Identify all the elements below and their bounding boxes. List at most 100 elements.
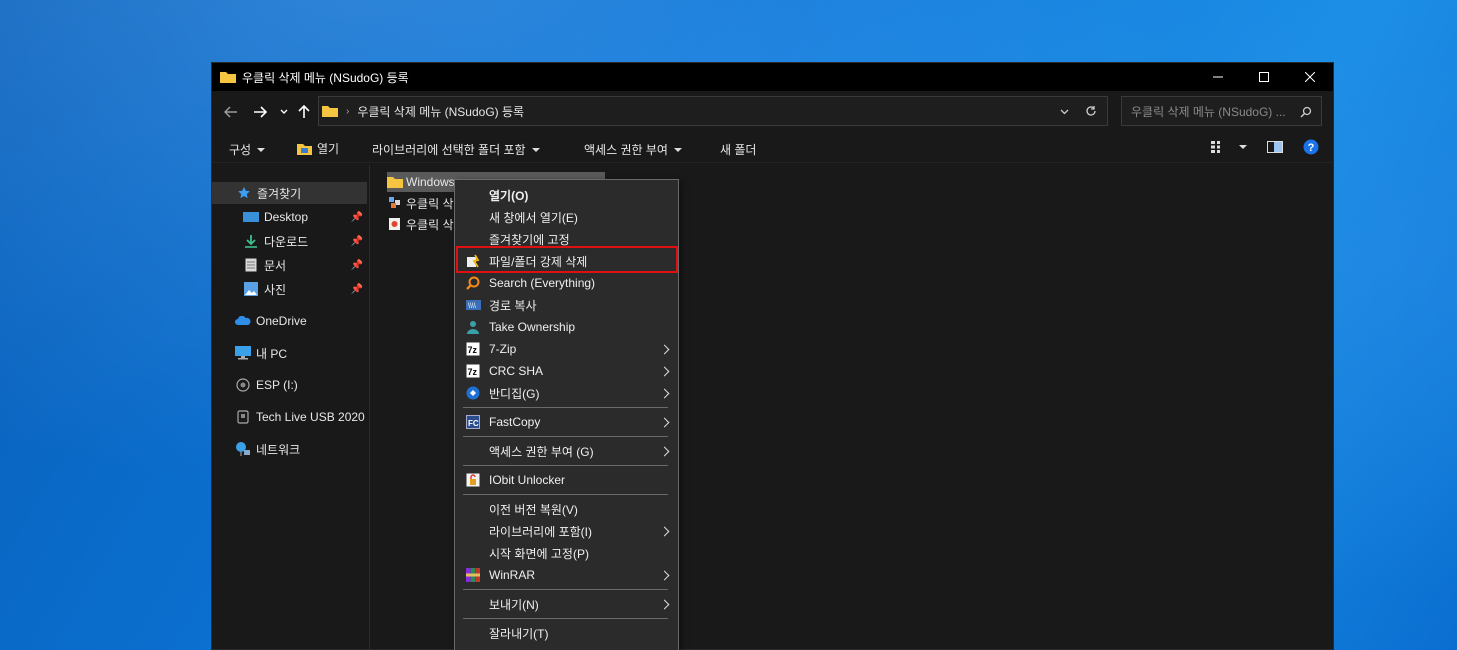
new-folder-label: 새 폴더	[720, 143, 757, 157]
sidebar-item-quick-access[interactable]: 즐겨찾기	[212, 182, 367, 204]
refresh-icon[interactable]	[1085, 105, 1097, 117]
sidebar-item-downloads[interactable]: 다운로드 📌	[212, 230, 367, 252]
search-icon[interactable]	[1300, 106, 1312, 118]
menu-item-label: WinRAR	[489, 568, 536, 582]
pin-icon[interactable]: 📌	[351, 260, 363, 271]
menu-item-label: 즐겨찾기에 고정	[489, 232, 570, 247]
menu-item-iobit-unlocker[interactable]: IObit Unlocker	[457, 469, 676, 491]
magnifier-icon	[465, 275, 481, 291]
chevron-right-icon	[659, 570, 670, 580]
list-item[interactable]: 우클릭 삭	[387, 214, 454, 234]
open-button[interactable]: 열기	[297, 140, 339, 157]
view-options-button[interactable]	[1211, 140, 1247, 154]
menu-item-fastcopy[interactable]: FC FastCopy	[457, 411, 676, 433]
sidebar-item-label: Tech Live USB 2020	[256, 410, 365, 424]
menu-item-crc-sha[interactable]: 7z CRC SHA	[457, 360, 676, 382]
sidebar-item-esp-drive[interactable]: ESP (I:)	[212, 374, 367, 396]
chevron-down-icon[interactable]	[1060, 109, 1069, 115]
sidebar-item-label: Desktop	[264, 210, 309, 224]
sidebar-item-network[interactable]: 네트워크	[212, 438, 367, 460]
folder-icon	[322, 106, 338, 117]
file-name: 우클릭 삭	[406, 196, 454, 211]
breadcrumb-separator-icon: ›	[346, 105, 350, 117]
grant-access-button[interactable]: 액세스 권한 부여	[584, 141, 682, 158]
sidebar-item-documents[interactable]: 문서 📌	[212, 254, 367, 276]
menu-item-label: IObit Unlocker	[489, 473, 566, 487]
menu-item-grant-access[interactable]: 액세스 권한 부여 (G)	[457, 440, 676, 462]
chevron-right-icon	[659, 388, 670, 398]
menu-item-label: 액세스 권한 부여 (G)	[489, 444, 594, 459]
svg-text:\\\\: \\\\	[468, 303, 476, 310]
sidebar-item-this-pc[interactable]: 내 PC	[212, 342, 367, 364]
new-folder-button[interactable]: 새 폴더	[720, 141, 756, 158]
document-icon	[243, 257, 259, 273]
folder-icon	[387, 174, 403, 190]
menu-item-open-new-window[interactable]: 새 창에서 열기(E)	[457, 206, 676, 228]
include-in-library-button[interactable]: 라이브러리에 선택한 폴더 포함	[372, 141, 540, 158]
navigation-pane: 즐겨찾기 Desktop 📌 다운로드 📌 문서 📌 사진 📌 OneDrive	[212, 165, 370, 649]
menu-item-open[interactable]: 열기(O)	[457, 184, 676, 206]
svg-text:FC: FC	[468, 419, 479, 428]
sidebar-item-label: 문서	[264, 258, 287, 273]
menu-item-label: Take Ownership	[489, 320, 576, 334]
address-bar-row: › 우클릭 삭제 메뉴 (NSudoG) 등록 우클릭 삭제 메뉴 (NSudo…	[212, 91, 1333, 133]
list-item[interactable]: 우클릭 삭	[387, 193, 454, 213]
sidebar-item-label: 내 PC	[256, 346, 288, 361]
menu-item-label: 보내기(N)	[489, 597, 539, 612]
menu-item-bandizip[interactable]: 반디집(G)	[457, 382, 676, 404]
maximize-icon	[1259, 72, 1269, 82]
menu-item-label: CRC SHA	[489, 364, 544, 378]
sidebar-item-label: ESP (I:)	[256, 378, 298, 392]
menu-item-label: FastCopy	[489, 415, 541, 429]
file-explorer-window: 우클릭 삭제 메뉴 (NSudoG) 등록 › 우클릭 삭제 메뉴 (NSudo…	[211, 62, 1334, 650]
menu-separator	[463, 436, 668, 437]
menu-item-send-to[interactable]: 보내기(N)	[457, 593, 676, 615]
context-menu: 열기(O) 새 창에서 열기(E) 즐겨찾기에 고정 파일/폴더 강제 삭제 S…	[454, 179, 679, 650]
menu-item-search-everything[interactable]: Search (Everything)	[457, 272, 676, 294]
back-button[interactable]	[219, 100, 243, 124]
menu-item-include-library[interactable]: 라이브러리에 포함(I)	[457, 520, 676, 542]
chevron-right-icon	[659, 599, 670, 609]
sidebar-item-pictures[interactable]: 사진 📌	[212, 278, 367, 300]
search-input[interactable]: 우클릭 삭제 메뉴 (NSudoG) ...	[1121, 96, 1322, 126]
up-button[interactable]	[292, 100, 316, 124]
open-label: 열기	[317, 142, 340, 156]
pin-icon[interactable]: 📌	[351, 284, 363, 295]
file-name: 우클릭 삭	[406, 217, 454, 232]
pin-icon[interactable]: 📌	[351, 212, 363, 223]
address-field[interactable]: › 우클릭 삭제 메뉴 (NSudoG) 등록	[318, 96, 1108, 126]
menu-item-7zip[interactable]: 7z 7-Zip	[457, 338, 676, 360]
minimize-button[interactable]	[1195, 63, 1241, 91]
network-icon	[235, 441, 251, 457]
drive-icon	[235, 377, 251, 393]
seven-zip-icon: 7z	[465, 341, 481, 357]
preview-pane-button[interactable]	[1267, 140, 1283, 154]
menu-item-label: 경로 복사	[489, 298, 537, 313]
menu-item-restore-previous[interactable]: 이전 버전 복원(V)	[457, 498, 676, 520]
chevron-right-icon	[659, 344, 670, 354]
sidebar-item-usb-drive[interactable]: Tech Live USB 2020	[212, 406, 367, 428]
caret-down-icon	[673, 147, 682, 152]
title-bar[interactable]: 우클릭 삭제 메뉴 (NSudoG) 등록	[212, 63, 1333, 91]
pin-icon[interactable]: 📌	[351, 236, 363, 247]
minimize-icon	[1213, 76, 1223, 78]
desktop-icon	[243, 209, 259, 225]
maximize-button[interactable]	[1241, 63, 1287, 91]
menu-item-cut[interactable]: 잘라내기(T)	[457, 622, 676, 644]
forward-button[interactable]	[248, 100, 272, 124]
sidebar-item-desktop[interactable]: Desktop 📌	[212, 206, 367, 228]
sidebar-item-onedrive[interactable]: OneDrive	[212, 310, 367, 332]
organize-button[interactable]: 구성	[229, 141, 266, 158]
user-icon	[465, 319, 481, 335]
chevron-down-icon	[280, 109, 288, 114]
menu-item-take-ownership[interactable]: Take Ownership	[457, 316, 676, 338]
menu-item-label: 이전 버전 복원(V)	[489, 502, 578, 517]
menu-item-winrar[interactable]: WinRAR	[457, 564, 676, 586]
breadcrumb-current[interactable]: 우클릭 삭제 메뉴 (NSudoG) 등록	[357, 103, 524, 120]
help-button[interactable]: ?	[1303, 139, 1319, 155]
close-button[interactable]	[1287, 63, 1333, 91]
menu-item-copy-path[interactable]: \\\\ 경로 복사	[457, 294, 676, 316]
include-library-label: 라이브러리에 선택한 폴더 포함	[372, 143, 526, 157]
window-title: 우클릭 삭제 메뉴 (NSudoG) 등록	[242, 70, 409, 85]
menu-item-pin-start[interactable]: 시작 화면에 고정(P)	[457, 542, 676, 564]
